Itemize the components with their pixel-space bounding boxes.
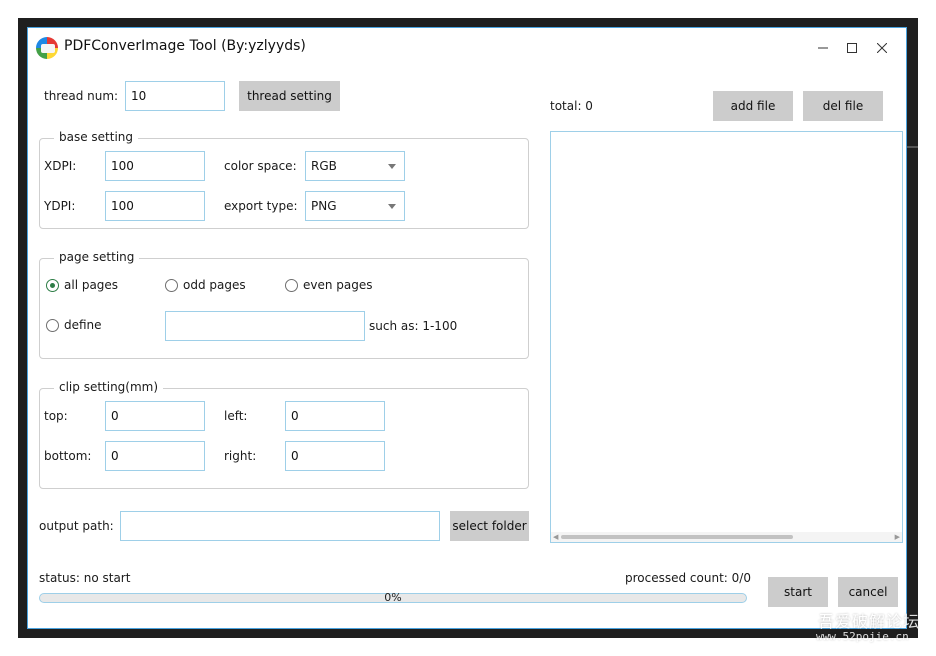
start-button[interactable]: start: [768, 577, 828, 607]
scroll-left-icon[interactable]: ◀: [553, 533, 558, 541]
app-window: PDFConverImage Tool (By:yzlyyds) thread …: [27, 27, 907, 629]
clip-right-label: right:: [224, 449, 257, 463]
radio-checked-icon: [46, 278, 59, 292]
color-space-select[interactable]: RGB: [305, 151, 405, 181]
define-pages-input[interactable]: [165, 311, 365, 341]
editor-divider: [906, 146, 918, 148]
watermark-line2: www.52pojie.cn: [816, 630, 909, 643]
chevron-down-icon: [388, 204, 396, 209]
radio-define[interactable]: define: [46, 318, 102, 332]
title-bar[interactable]: PDFConverImage Tool (By:yzlyyds): [28, 28, 906, 68]
maximize-icon: [847, 43, 857, 53]
xdpi-label: XDPI:: [44, 159, 77, 173]
scroll-right-icon[interactable]: ▶: [895, 533, 900, 541]
select-folder-button[interactable]: select folder: [450, 511, 529, 541]
radio-odd-pages-label: odd pages: [183, 278, 246, 292]
clip-top-label: top:: [44, 409, 68, 423]
page-setting-group: page setting: [39, 250, 529, 359]
radio-unchecked-icon: [285, 278, 298, 292]
status-text: status: no start: [39, 571, 131, 585]
radio-odd-pages[interactable]: odd pages: [165, 278, 246, 292]
minimize-icon: [818, 47, 828, 49]
radio-even-pages-label: even pages: [303, 278, 373, 292]
minimize-button[interactable]: [808, 36, 838, 60]
processed-count: processed count: 0/0: [625, 571, 751, 585]
scrollbar-thumb[interactable]: [561, 535, 793, 539]
del-file-button[interactable]: del file: [803, 91, 883, 121]
close-button[interactable]: [867, 36, 897, 60]
progress-text: 0%: [384, 591, 402, 604]
export-type-select[interactable]: PNG: [305, 191, 405, 221]
export-type-label: export type:: [224, 199, 298, 213]
radio-unchecked-icon: [46, 318, 59, 332]
clip-left-input[interactable]: [285, 401, 385, 431]
close-icon: [877, 43, 887, 53]
radio-all-pages-label: all pages: [64, 278, 119, 292]
chevron-down-icon: [388, 164, 396, 169]
progress-bar: 0%: [39, 591, 747, 604]
watermark: 吾爱破解论坛 www.52pojie.cn: [814, 606, 928, 648]
clip-left-label: left:: [224, 409, 248, 423]
radio-unchecked-icon: [165, 278, 178, 292]
base-setting-title: base setting: [54, 130, 139, 144]
xdpi-input[interactable]: [105, 151, 205, 181]
radio-define-label: define: [64, 318, 102, 332]
add-file-button[interactable]: add file: [713, 91, 793, 121]
thread-num-input[interactable]: [125, 81, 225, 111]
page-setting-title: page setting: [54, 250, 140, 264]
color-space-label: color space:: [224, 159, 297, 173]
clip-bottom-input[interactable]: [105, 441, 205, 471]
cancel-button[interactable]: cancel: [838, 577, 898, 607]
thread-setting-button[interactable]: thread setting: [239, 81, 340, 111]
horizontal-scrollbar[interactable]: ◀ ▶: [551, 532, 902, 542]
ydpi-label: YDPI:: [44, 199, 76, 213]
app-logo-icon: [36, 37, 58, 59]
window-title: PDFConverImage Tool (By:yzlyyds): [64, 38, 306, 54]
thread-num-label: thread num:: [44, 89, 119, 103]
clip-setting-title: clip setting(mm): [54, 380, 164, 394]
watermark-line1: 吾爱破解论坛: [818, 612, 921, 631]
color-space-value: RGB: [311, 159, 337, 173]
file-total-count: total: 0: [550, 99, 593, 113]
clip-bottom-label: bottom:: [44, 449, 92, 463]
clip-right-input[interactable]: [285, 441, 385, 471]
ydpi-input[interactable]: [105, 191, 205, 221]
clip-top-input[interactable]: [105, 401, 205, 431]
export-type-value: PNG: [311, 199, 337, 213]
maximize-button[interactable]: [837, 36, 867, 60]
output-path-input[interactable]: [120, 511, 440, 541]
define-pages-hint: such as: 1-100: [369, 319, 458, 333]
radio-even-pages[interactable]: even pages: [285, 278, 373, 292]
output-path-label: output path:: [39, 519, 114, 533]
file-list[interactable]: ◀ ▶: [550, 131, 903, 543]
radio-all-pages[interactable]: all pages: [46, 278, 118, 292]
